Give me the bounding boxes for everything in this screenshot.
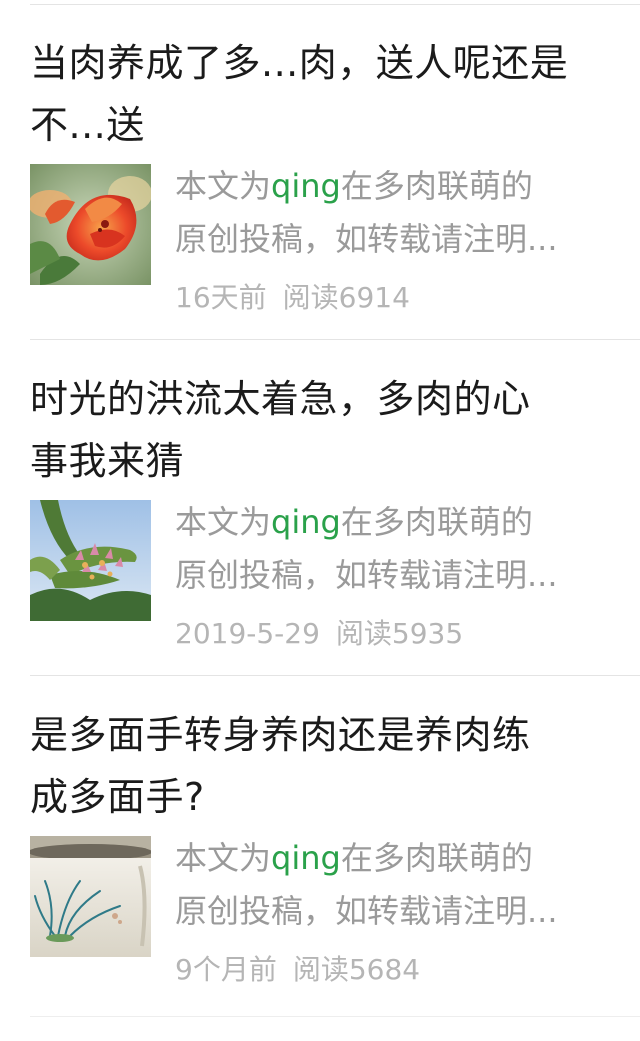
summary-text: 在多肉联萌的 [340, 503, 533, 541]
author-name[interactable]: qing [271, 839, 341, 877]
summary-text: 本文为 [175, 167, 272, 205]
author-name[interactable]: qing [271, 503, 341, 541]
article-item[interactable]: 当肉养成了多...肉，送人呢还是 不...送 本文为qing在多肉联萌的 原创投… [0, 4, 640, 340]
summary-line: 原创投稿，如转载请注明... [175, 556, 558, 594]
summary-line: 原创投稿，如转载请注明... [175, 892, 558, 930]
article-title-line: 成多面手? [30, 775, 205, 819]
summary-line: 本文为qing在多肉联萌的 [175, 496, 615, 549]
read-count: 阅读5935 [335, 617, 464, 650]
divider [30, 1016, 640, 1017]
read-count: 阅读5684 [292, 953, 421, 986]
article-title[interactable]: 时光的洪流太着急，多肉的心 事我来猜 [30, 368, 620, 492]
publish-time: 2019-5-29 [175, 617, 320, 650]
article-thumbnail[interactable] [30, 836, 151, 957]
article-feed: 当肉养成了多...肉，送人呢还是 不...送 本文为qing在多肉联萌的 原创投… [0, 0, 640, 1041]
article-thumbnail[interactable] [30, 500, 151, 621]
article-thumbnail[interactable] [30, 164, 151, 285]
read-count: 阅读6914 [282, 281, 410, 314]
summary-line: 本文为qing在多肉联萌的 [175, 160, 615, 213]
kalanchoe-plantlets-image [30, 500, 151, 621]
article-meta: 2019-5-29 阅读5935 [175, 610, 463, 658]
article-summary: 本文为qing在多肉联萌的 原创投稿，如转载请注明... [175, 496, 615, 602]
summary-text: 在多肉联萌的 [340, 167, 533, 205]
painted-ceramic-pot-image [30, 836, 151, 957]
article-title[interactable]: 是多面手转身养肉还是养肉练 成多面手? [30, 704, 620, 828]
publish-time: 9个月前 [175, 953, 277, 986]
article-title-line: 是多面手转身养肉还是养肉练 [30, 713, 531, 757]
summary-text: 本文为 [175, 839, 272, 877]
article-meta: 16天前 阅读6914 [175, 274, 410, 322]
publish-time: 16天前 [175, 281, 267, 314]
article-summary: 本文为qing在多肉联萌的 原创投稿，如转载请注明... [175, 160, 615, 266]
article-item[interactable]: 是多面手转身养肉还是养肉练 成多面手? 本文为qing在多肉联萌的 原创投稿，如… [0, 676, 640, 1012]
article-summary: 本文为qing在多肉联萌的 原创投稿，如转载请注明... [175, 832, 615, 938]
article-title-line: 当肉养成了多...肉，送人呢还是 [30, 41, 569, 85]
article-title-line: 事我来猜 [30, 439, 185, 483]
red-succulent-flower-image [30, 164, 151, 285]
summary-line: 原创投稿，如转载请注明... [175, 220, 558, 258]
summary-text: 在多肉联萌的 [340, 839, 533, 877]
article-title-line: 时光的洪流太着急，多肉的心 [30, 377, 531, 421]
article-meta: 9个月前 阅读5684 [175, 946, 420, 994]
article-title[interactable]: 当肉养成了多...肉，送人呢还是 不...送 [30, 32, 620, 156]
summary-text: 本文为 [175, 503, 272, 541]
author-name[interactable]: qing [271, 167, 341, 205]
article-item[interactable]: 时光的洪流太着急，多肉的心 事我来猜 本文为qing在多肉联萌的 原创投稿，如转… [0, 340, 640, 676]
article-title-line: 不...送 [30, 103, 145, 147]
summary-line: 本文为qing在多肉联萌的 [175, 832, 615, 885]
